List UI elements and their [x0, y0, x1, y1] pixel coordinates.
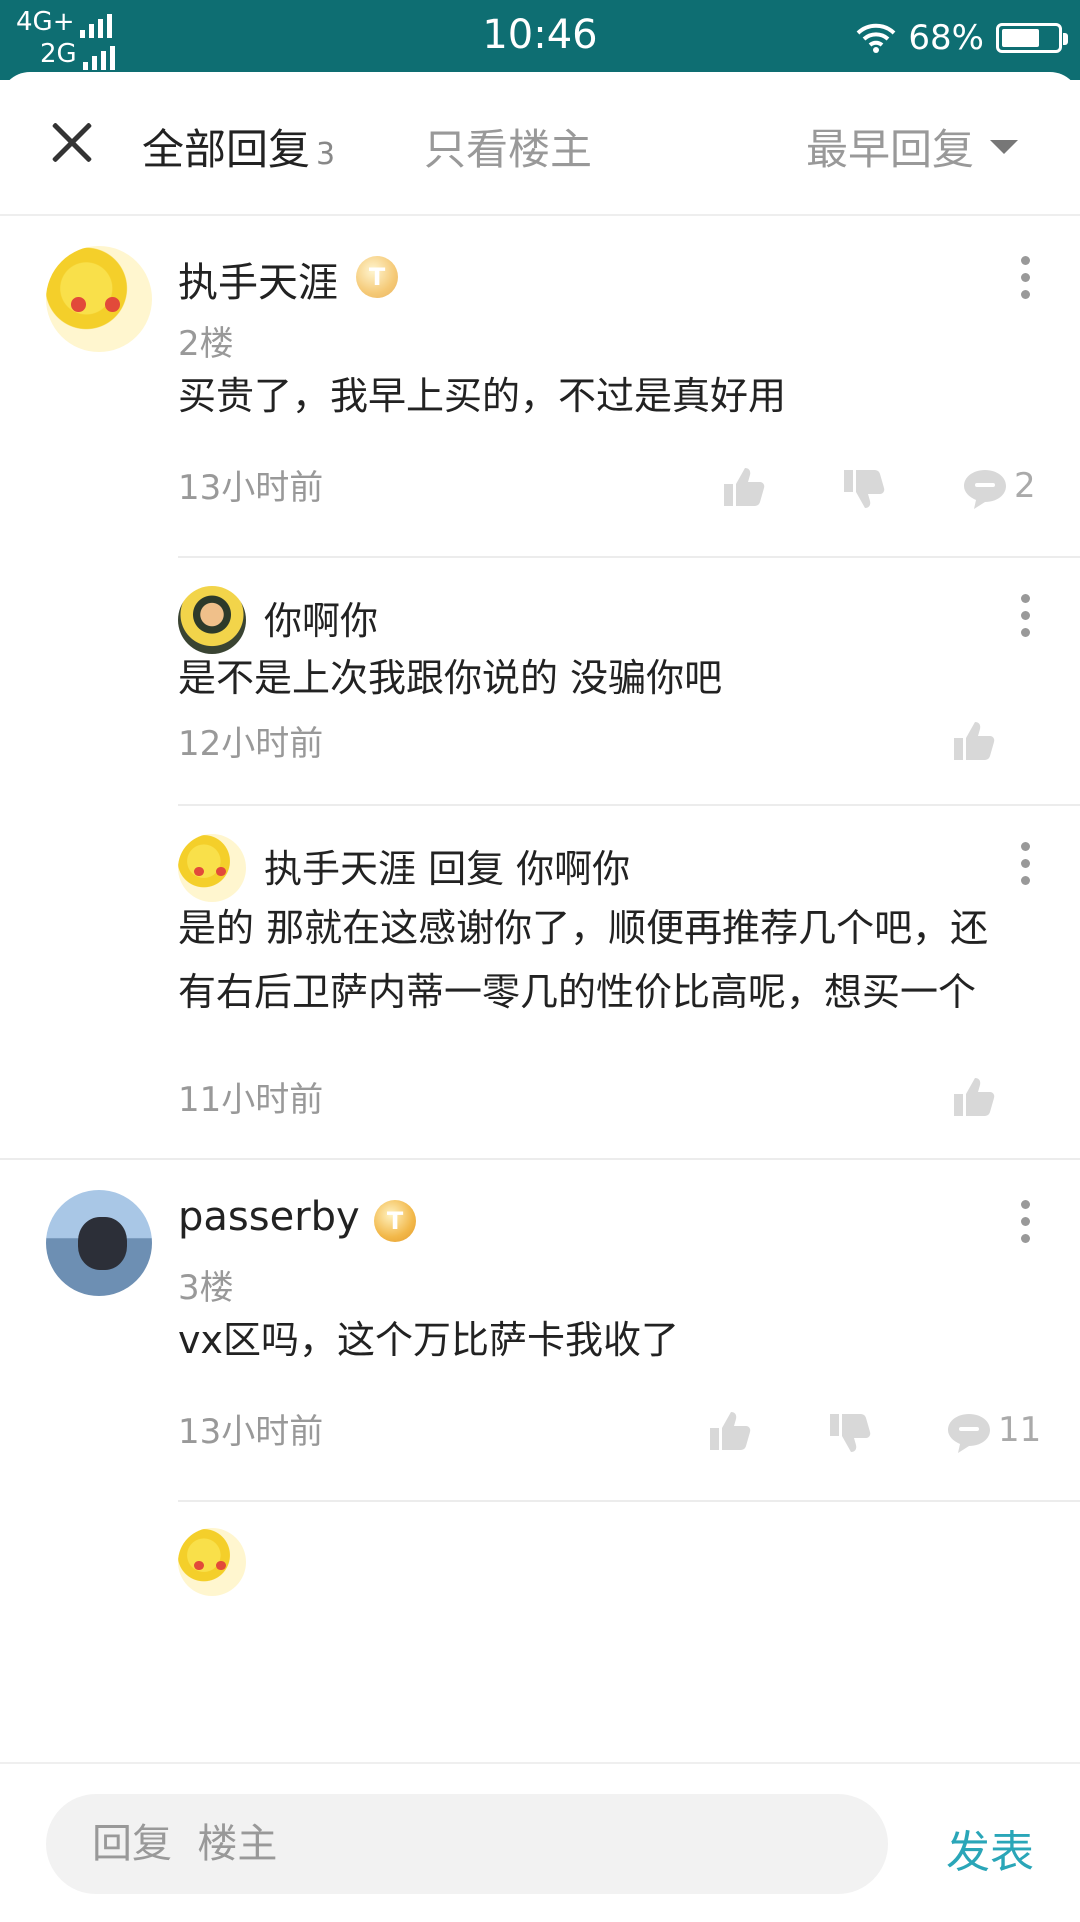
reply-username[interactable]: 执手天涯 回复 你啊你	[264, 838, 630, 893]
more-options-icon[interactable]	[1020, 1200, 1030, 1244]
reply-bar: 发表	[0, 1762, 1080, 1922]
user-level-badge: T	[356, 256, 398, 298]
comment-time: 13小时前	[178, 1412, 324, 1452]
reply-text: 是不是上次我跟你说的 没骗你吧	[178, 656, 723, 700]
more-options-icon[interactable]	[1020, 842, 1030, 886]
battery-percent: 68%	[908, 18, 984, 58]
comment-text: 买贵了，我早上买的，不过是真好用	[178, 374, 787, 418]
avatar[interactable]	[178, 1528, 246, 1596]
status-bar: 4G+ 2G 10:46 68%	[0, 0, 1080, 80]
reply-count: 2	[1014, 466, 1036, 506]
avatar[interactable]	[46, 246, 152, 352]
battery-icon	[996, 23, 1068, 53]
dislike-icon[interactable]	[826, 1410, 872, 1456]
like-icon[interactable]	[720, 464, 766, 510]
chevron-down-icon	[990, 139, 1018, 154]
system-indicators: 68%	[856, 18, 1068, 58]
reply-count: 11	[998, 1410, 1042, 1450]
sort-label: 最早回复	[805, 125, 974, 174]
battery-fill	[1002, 29, 1039, 47]
tab-all-replies[interactable]: 全部回复 3	[142, 116, 335, 177]
more-options-icon[interactable]	[1020, 256, 1030, 300]
divider	[178, 556, 1080, 558]
more-options-icon[interactable]	[1020, 594, 1030, 638]
comment-text: vx区吗，这个万比萨卡我收了	[178, 1318, 679, 1362]
wifi-icon	[857, 23, 896, 53]
user-level-badge: T	[374, 1200, 416, 1242]
avatar[interactable]	[46, 1190, 152, 1296]
comment-username[interactable]: 执手天涯	[178, 250, 338, 308]
like-icon[interactable]	[950, 718, 996, 764]
avatar[interactable]	[178, 834, 246, 902]
reply-username[interactable]: 你啊你	[264, 590, 378, 645]
tab-owner-only[interactable]: 只看楼主	[424, 116, 592, 177]
like-icon[interactable]	[706, 1408, 752, 1454]
comment-time: 13小时前	[178, 468, 324, 508]
reply-time: 11小时前	[178, 1080, 324, 1120]
reply-text: 是的 那就在这感谢你了，顺便再推荐几个吧，还有右后卫萨内蒂一零几的性价比高呢，想…	[178, 906, 989, 1014]
reply-input[interactable]	[46, 1794, 888, 1894]
divider	[178, 804, 1080, 806]
replies-sheet: 全部回复 3 只看楼主 最早回复 执手天涯 T 2楼 买贵了，我早上买的，不过是真…	[0, 72, 1080, 1920]
comment-bubble-icon[interactable]	[946, 1410, 992, 1456]
avatar[interactable]	[178, 586, 246, 654]
publish-button[interactable]: 发表	[946, 1816, 1034, 1880]
floor-number: 3楼	[178, 1268, 234, 1308]
dislike-icon[interactable]	[840, 466, 886, 512]
close-icon[interactable]	[50, 120, 94, 164]
divider	[0, 1158, 1080, 1160]
comment-username[interactable]: passerby	[178, 1194, 360, 1240]
reply-total-count: 3	[316, 137, 336, 172]
like-icon[interactable]	[950, 1074, 996, 1120]
divider	[178, 1500, 1080, 1502]
reply-time: 12小时前	[178, 724, 324, 764]
sheet-header: 全部回复 3 只看楼主 最早回复	[0, 72, 1080, 216]
sort-dropdown[interactable]: 最早回复	[806, 116, 1018, 177]
comment-bubble-icon[interactable]	[962, 466, 1008, 512]
floor-number: 2楼	[178, 324, 234, 364]
tab-all-label: 全部回复	[142, 125, 311, 174]
